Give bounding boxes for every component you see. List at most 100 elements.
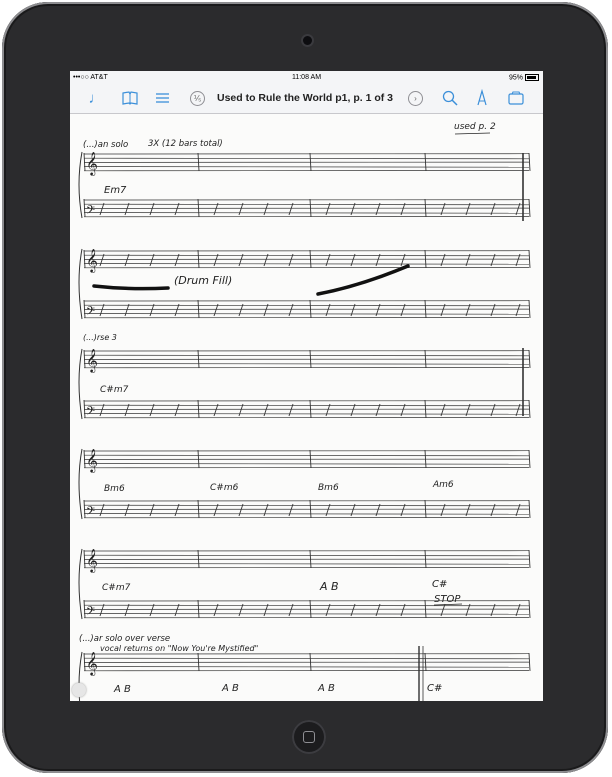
bass-clef: 𝄢 bbox=[86, 405, 95, 421]
staff-line bbox=[83, 304, 530, 307]
slash-mark bbox=[99, 403, 105, 417]
slash-mark bbox=[174, 202, 180, 216]
section-6-note: vocal returns on "Now You're Mystified" bbox=[100, 644, 258, 653]
slash-mark bbox=[238, 503, 244, 517]
bar-line bbox=[309, 299, 312, 319]
treble-clef: 𝄞 bbox=[86, 448, 98, 473]
chord-a-b-3: A B bbox=[317, 683, 335, 694]
bass-clef: 𝄢 bbox=[86, 305, 95, 321]
section-3-label: (...)rse 3 bbox=[83, 333, 117, 342]
bar-line bbox=[528, 249, 531, 269]
pen-icon[interactable] bbox=[472, 88, 492, 109]
bar-line bbox=[309, 499, 312, 519]
prev-page-button[interactable]: ⅟₅ bbox=[190, 91, 205, 106]
bar-line bbox=[424, 399, 427, 419]
treble-clef: 𝄞 bbox=[86, 651, 98, 676]
slash-mark bbox=[213, 503, 219, 517]
bar-line bbox=[197, 249, 200, 269]
bar-line bbox=[528, 652, 531, 672]
marker-stroke bbox=[316, 264, 410, 296]
bar-line bbox=[83, 399, 86, 419]
slash-mark bbox=[238, 253, 244, 267]
sheet-music-page[interactable]: used p. 2 (...)an solo 3X (12 bars total… bbox=[70, 114, 543, 701]
bar-line bbox=[83, 549, 86, 569]
status-time: 11:08 AM bbox=[291, 74, 322, 81]
next-page-button[interactable]: › bbox=[408, 91, 423, 106]
top-right-note: used p. 2 bbox=[454, 122, 496, 132]
document-title: Used to Rule the World p1, p. 1 of 3 bbox=[217, 92, 393, 104]
staff-line bbox=[83, 554, 530, 557]
bar-line bbox=[424, 249, 427, 269]
drum-fill-note: (Drum Fill) bbox=[174, 274, 232, 287]
bar-line bbox=[309, 349, 312, 369]
slash-mark bbox=[124, 603, 130, 617]
section-6-label: (...)ar solo over verse bbox=[79, 634, 170, 644]
staff-line bbox=[83, 363, 530, 365]
slash-mark bbox=[263, 303, 269, 317]
slash-mark bbox=[99, 303, 105, 317]
bar-line bbox=[424, 599, 427, 619]
slash-mark bbox=[149, 202, 155, 216]
bar-line bbox=[83, 299, 86, 319]
bar-line bbox=[424, 549, 427, 569]
slash-mark bbox=[263, 253, 269, 267]
bar-line bbox=[309, 249, 312, 269]
search-icon[interactable] bbox=[440, 89, 460, 109]
home-icon bbox=[303, 731, 315, 743]
bar-line bbox=[309, 198, 312, 218]
bass-clef: 𝄢 bbox=[86, 204, 95, 220]
system-brace bbox=[78, 248, 83, 320]
marker-stroke bbox=[92, 284, 170, 291]
slash-mark bbox=[263, 603, 269, 617]
bar-line bbox=[528, 399, 531, 419]
bass-clef: 𝄢 bbox=[86, 505, 95, 521]
bar-line bbox=[528, 549, 531, 569]
bar-line bbox=[197, 152, 200, 172]
slash-mark bbox=[213, 202, 219, 216]
slash-mark bbox=[149, 253, 155, 267]
bar-line bbox=[197, 299, 200, 319]
slash-mark bbox=[263, 403, 269, 417]
bar-line bbox=[197, 599, 200, 619]
bar-line bbox=[197, 349, 200, 369]
bar-line bbox=[83, 652, 86, 672]
folder-icon[interactable] bbox=[506, 89, 526, 109]
bar-line bbox=[528, 198, 531, 218]
home-button[interactable] bbox=[292, 720, 326, 754]
slash-mark bbox=[174, 303, 180, 317]
section-1-label: (...)an solo bbox=[83, 140, 128, 150]
bar-line bbox=[197, 449, 200, 469]
staff-line bbox=[83, 604, 530, 607]
list-icon[interactable] bbox=[152, 89, 172, 109]
bar-line bbox=[309, 152, 312, 172]
staff-line bbox=[83, 666, 530, 668]
battery-status: 95% bbox=[509, 74, 539, 81]
bar-line bbox=[424, 152, 427, 172]
slash-mark bbox=[213, 253, 219, 267]
slash-mark bbox=[238, 403, 244, 417]
bar-line bbox=[528, 499, 531, 519]
staff-line bbox=[83, 454, 530, 457]
staff-line bbox=[83, 563, 530, 565]
scroll-handle[interactable] bbox=[72, 683, 86, 697]
staff-line bbox=[83, 157, 530, 160]
bar-line bbox=[309, 549, 312, 569]
bar-line bbox=[528, 599, 531, 619]
staff-line bbox=[83, 657, 530, 660]
book-icon[interactable] bbox=[120, 89, 140, 109]
chord-em7: Em7 bbox=[104, 185, 127, 196]
chord-am6: Am6 bbox=[432, 480, 454, 490]
slash-mark bbox=[174, 253, 180, 267]
bar-line bbox=[83, 599, 86, 619]
slash-mark bbox=[174, 603, 180, 617]
slash-mark bbox=[238, 303, 244, 317]
slash-mark bbox=[99, 202, 105, 216]
note-icon[interactable]: ♩ bbox=[86, 89, 106, 109]
status-bar: •••○○ AT&T 11:08 AM 95% bbox=[70, 71, 543, 85]
slash-mark bbox=[174, 403, 180, 417]
slash-mark bbox=[124, 303, 130, 317]
bar-line bbox=[424, 652, 427, 672]
bar-line bbox=[424, 299, 427, 319]
stop-marking: STOP bbox=[434, 594, 461, 605]
score-canvas: used p. 2 (...)an solo 3X (12 bars total… bbox=[78, 122, 531, 701]
